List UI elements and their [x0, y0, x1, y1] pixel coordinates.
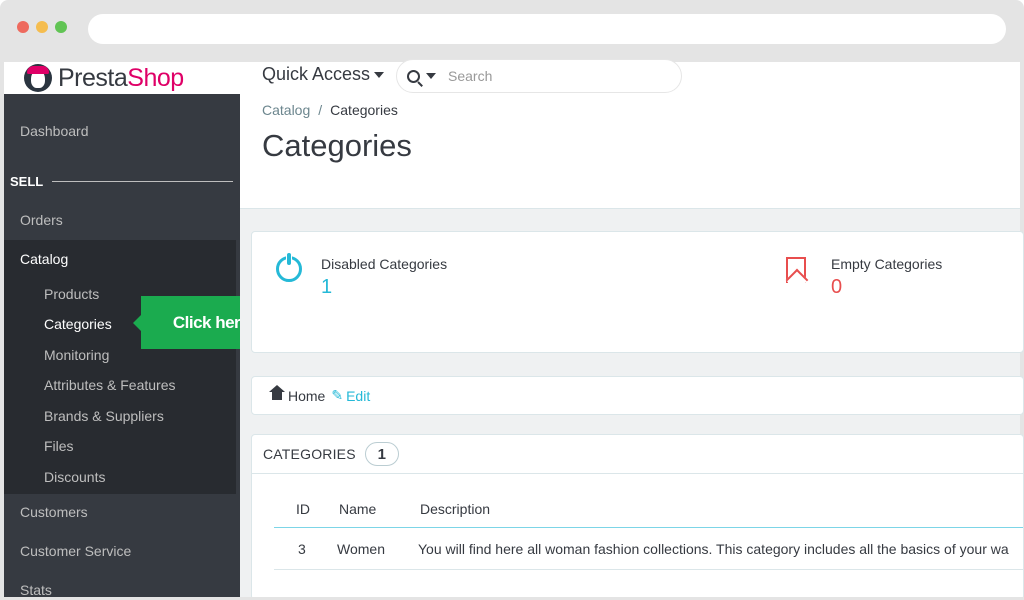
- browser-chrome: [0, 0, 1024, 62]
- window-close-dot[interactable]: [17, 21, 29, 33]
- sidebar-subitem-files[interactable]: Files: [44, 438, 74, 454]
- sidebar-subitem-discounts[interactable]: Discounts: [44, 469, 105, 485]
- sidebar-item-customer-service[interactable]: Customer Service: [4, 543, 240, 559]
- breadcrumb-separator: /: [318, 102, 323, 118]
- column-header-id[interactable]: ID: [296, 501, 310, 517]
- logo-text-shop: Shop: [127, 63, 184, 92]
- caret-down-icon: [374, 71, 385, 78]
- row-divider: [274, 569, 1023, 570]
- sidebar-item-dashboard[interactable]: Dashboard: [4, 123, 240, 139]
- caret-down-icon: [426, 73, 436, 79]
- power-icon: [276, 253, 302, 282]
- cell-description: You will find here all woman fashion col…: [418, 541, 1009, 557]
- tree-home-link[interactable]: Home: [288, 388, 325, 404]
- search-icon: [407, 69, 420, 83]
- breadcrumb: Catalog / Categories: [262, 102, 398, 118]
- sidebar-subitem-attributes-features[interactable]: Attributes & Features: [44, 377, 176, 393]
- window-maximize-dot[interactable]: [55, 21, 67, 33]
- kpi-disabled-categories[interactable]: Disabled Categories 1: [321, 256, 447, 299]
- table-title: CATEGORIES: [263, 446, 356, 462]
- pencil-icon: ✎: [331, 387, 344, 403]
- bookmark-icon: [786, 257, 806, 283]
- table-header: CATEGORIES 1: [252, 435, 1023, 474]
- sidebar-item-customers[interactable]: Customers: [4, 504, 240, 520]
- kpi-panel: Disabled Categories 1 Empty Categories 0: [251, 231, 1024, 353]
- kpi-empty-categories[interactable]: Empty Categories 0: [831, 256, 942, 299]
- count-badge: 1: [364, 442, 399, 466]
- sidebar-item-stats[interactable]: Stats: [4, 582, 240, 598]
- sidebar-section-sell: SELL: [10, 174, 44, 189]
- categories-table-panel: CATEGORIES 1 ID Name Description 3 Women…: [251, 434, 1024, 600]
- puffin-logo-icon: [24, 64, 52, 92]
- cell-id: 3: [298, 541, 306, 557]
- kpi-label: Disabled Categories: [321, 256, 448, 272]
- home-icon: [269, 385, 285, 402]
- cell-name: Women: [337, 541, 385, 557]
- tree-edit-link[interactable]: Edit: [346, 388, 370, 404]
- quick-access-label: Quick Access: [262, 64, 371, 84]
- search-input[interactable]: [448, 68, 668, 84]
- column-header-name[interactable]: Name: [339, 501, 376, 517]
- search-scope-button[interactable]: [407, 69, 436, 83]
- logo-text: PrestaShop: [58, 64, 184, 93]
- sidebar-item-catalog[interactable]: Catalog: [4, 251, 240, 267]
- page-title: Categories: [262, 128, 412, 163]
- prestashop-logo[interactable]: PrestaShop: [4, 62, 240, 94]
- sidebar-item-orders[interactable]: Orders: [4, 212, 240, 228]
- sidebar-subitem-categories[interactable]: Categories: [44, 316, 112, 332]
- search-bar: [396, 59, 682, 93]
- kpi-value: 0: [831, 276, 843, 298]
- logo-text-presta: Presta: [58, 63, 128, 92]
- breadcrumb-current: Categories: [330, 102, 398, 118]
- address-bar[interactable]: [88, 14, 1006, 44]
- sidebar-subitem-products[interactable]: Products: [44, 286, 99, 302]
- category-tree-bar: Home ✎ Edit: [251, 376, 1024, 415]
- catalog-submenu: Catalog Products Categories Monitoring A…: [4, 240, 236, 494]
- header-divider: [274, 527, 1023, 528]
- kpi-label: Empty Categories: [831, 256, 943, 272]
- sidebar-subitem-brands-suppliers[interactable]: Brands & Suppliers: [44, 408, 164, 424]
- window-minimize-dot[interactable]: [36, 21, 48, 33]
- column-header-description[interactable]: Description: [420, 501, 490, 517]
- quick-access-dropdown[interactable]: Quick Access: [262, 64, 385, 85]
- breadcrumb-catalog-link[interactable]: Catalog: [262, 102, 310, 118]
- sidebar-subitem-monitoring[interactable]: Monitoring: [44, 347, 109, 363]
- kpi-value: 1: [321, 276, 333, 298]
- section-divider: [52, 181, 233, 182]
